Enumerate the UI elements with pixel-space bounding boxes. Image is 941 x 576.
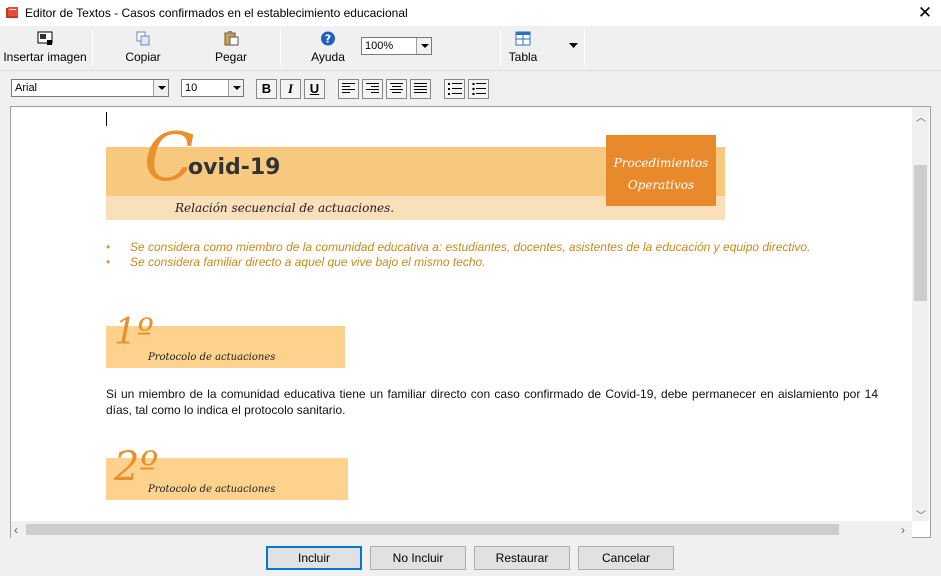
align-left-button[interactable] xyxy=(338,79,359,99)
step1-label: Protocolo de actuaciones xyxy=(148,352,276,363)
justify-icon xyxy=(414,83,427,93)
insert-image-label: Insertar imagen xyxy=(3,50,87,64)
bullet-list-icon xyxy=(471,82,486,96)
procedures-box-line2: Operativos xyxy=(627,178,695,192)
chevron-down-icon[interactable] xyxy=(228,80,243,96)
numbered-list-icon xyxy=(447,83,462,95)
justify-button[interactable] xyxy=(410,79,431,99)
horizontal-scrollbar[interactable]: ‹ › xyxy=(11,521,912,538)
toolbar-separator xyxy=(584,30,585,66)
font-value: Arial xyxy=(15,82,38,94)
dialog-button-bar xyxy=(0,540,941,576)
toolbar-separator xyxy=(92,30,93,66)
copy-button[interactable]: Copiar xyxy=(118,31,168,67)
help-label: Ayuda xyxy=(311,50,345,64)
title-bar: Editor de Textos - Casos confirmados en … xyxy=(0,0,941,26)
align-center-icon xyxy=(390,83,403,93)
covid-subtitle: Relación secuencial de actuaciones. xyxy=(175,201,395,215)
bullet-list-button[interactable] xyxy=(468,79,489,99)
vertical-scrollbar[interactable]: ︿ ﹀ xyxy=(912,107,929,522)
text-cursor xyxy=(106,112,107,126)
font-size-select[interactable]: 10 xyxy=(181,79,244,97)
no-include-button[interactable]: No Incluir xyxy=(370,546,466,570)
font-size-value: 10 xyxy=(185,82,198,94)
numbered-list-button[interactable] xyxy=(444,79,465,99)
font-select[interactable]: Arial xyxy=(11,79,169,97)
include-button[interactable]: Incluir xyxy=(266,546,362,570)
window-title: Editor de Textos - Casos confirmados en … xyxy=(25,6,408,20)
zoom-select[interactable]: 100% xyxy=(361,37,432,55)
procedures-box: Procedimientos Operativos xyxy=(606,135,716,206)
table-icon xyxy=(515,31,531,46)
table-button[interactable]: Tabla xyxy=(502,31,544,67)
copy-label: Copiar xyxy=(125,50,161,64)
italic-button[interactable]: I xyxy=(280,79,301,99)
paste-button[interactable]: Pegar xyxy=(206,31,256,67)
toolbar-separator xyxy=(280,30,281,66)
align-right-button[interactable] xyxy=(362,79,383,99)
covid-title: ovid-19 xyxy=(188,155,281,180)
paragraph: Si un miembro de la comunidad educativa … xyxy=(106,387,878,417)
insert-image-icon xyxy=(37,31,53,45)
list-item: Se considera como miembro de la comunida… xyxy=(106,240,878,255)
chevron-down-icon[interactable]: ﹀ xyxy=(916,507,926,522)
vertical-scroll-thumb[interactable] xyxy=(914,165,927,301)
align-right-icon xyxy=(366,83,379,93)
step2-label: Protocolo de actuaciones xyxy=(148,484,276,495)
chevron-down-icon[interactable] xyxy=(153,80,168,96)
bullet-list: Se considera como miembro de la comunida… xyxy=(106,240,878,270)
align-center-button[interactable] xyxy=(386,79,407,99)
chevron-left-icon[interactable]: ‹ xyxy=(14,523,18,537)
bold-button[interactable]: B xyxy=(256,79,277,99)
cancel-button[interactable]: Cancelar xyxy=(578,546,674,570)
insert-image-button[interactable]: Insertar imagen xyxy=(3,31,87,67)
covid-initial-letter: C xyxy=(144,119,195,196)
copy-icon xyxy=(136,31,150,46)
chevron-right-icon[interactable]: › xyxy=(901,523,905,537)
zoom-value: 100% xyxy=(365,40,394,52)
help-icon: ? xyxy=(321,31,335,46)
table-dropdown-icon[interactable] xyxy=(569,43,578,49)
main-toolbar: Insertar imagen Copiar Pegar ? Ayuda 100… xyxy=(0,27,941,71)
table-label: Tabla xyxy=(508,50,538,64)
paste-icon xyxy=(224,31,239,46)
paste-label: Pegar xyxy=(214,50,248,64)
horizontal-scroll-thumb[interactable] xyxy=(26,524,839,535)
close-button[interactable]: ✕ xyxy=(912,2,938,24)
underline-button[interactable]: U xyxy=(304,79,325,99)
toolbar-separator xyxy=(500,30,501,66)
chevron-up-icon[interactable]: ︿ xyxy=(916,109,926,124)
help-button[interactable]: ? Ayuda xyxy=(304,31,352,67)
book-icon xyxy=(6,7,18,18)
align-left-icon xyxy=(342,83,355,93)
chevron-down-icon[interactable] xyxy=(416,38,431,54)
step1-number: 1º xyxy=(114,312,154,353)
procedures-box-line1: Procedimientos xyxy=(613,156,709,170)
restore-button[interactable]: Restaurar xyxy=(474,546,570,570)
svg-text:?: ? xyxy=(325,33,331,46)
list-item: Se considera familiar directo a aquel qu… xyxy=(106,255,878,270)
